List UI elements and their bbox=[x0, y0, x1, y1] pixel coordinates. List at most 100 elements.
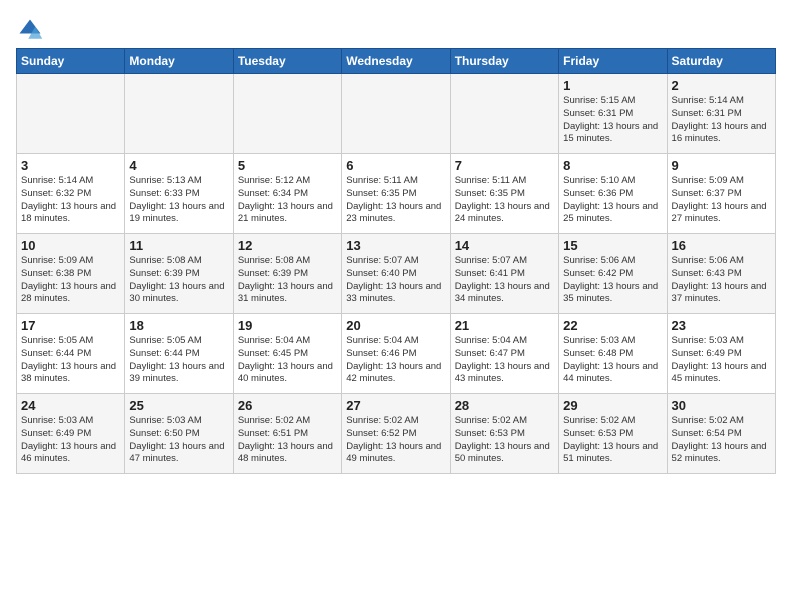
day-info: Sunrise: 5:10 AMSunset: 6:36 PMDaylight:… bbox=[563, 175, 662, 226]
day-info: Sunrise: 5:05 AMSunset: 6:44 PMDaylight:… bbox=[129, 335, 228, 386]
day-number: 18 bbox=[129, 318, 228, 333]
calendar-week-1: 3 Sunrise: 5:14 AMSunset: 6:32 PMDaylight… bbox=[17, 154, 776, 234]
day-number: 15 bbox=[563, 238, 662, 253]
calendar-cell: 29Sunrise: 5:02 AMSunset: 6:53 PMDayligh… bbox=[559, 394, 667, 474]
day-number: 14 bbox=[455, 238, 554, 253]
day-info: Sunrise: 5:08 AMSunset: 6:39 PMDaylight:… bbox=[129, 255, 228, 306]
day-info: Sunrise: 5:04 AMSunset: 6:46 PMDaylight:… bbox=[346, 335, 445, 386]
day-number: 9 bbox=[672, 158, 771, 173]
day-info: Sunrise: 5:13 AMSunset: 6:33 PMDaylight:… bbox=[129, 175, 228, 226]
calendar-cell: 8 Sunrise: 5:10 AMSunset: 6:36 PMDaylight… bbox=[559, 154, 667, 234]
calendar-cell bbox=[450, 74, 558, 154]
day-info: Sunrise: 5:04 AMSunset: 6:47 PMDaylight:… bbox=[455, 335, 554, 386]
day-info: Sunrise: 5:04 AMSunset: 6:45 PMDaylight:… bbox=[238, 335, 337, 386]
day-number: 7 bbox=[455, 158, 554, 173]
column-header-sunday: Sunday bbox=[17, 49, 125, 74]
day-number: 22 bbox=[563, 318, 662, 333]
day-number: 6 bbox=[346, 158, 445, 173]
day-info: Sunrise: 5:02 AMSunset: 6:54 PMDaylight:… bbox=[672, 415, 771, 466]
calendar-cell: 26 Sunrise: 5:02 AMSunset: 6:51 PMDayligh… bbox=[233, 394, 341, 474]
day-info: Sunrise: 5:02 AMSunset: 6:51 PMDaylight:… bbox=[238, 415, 337, 466]
day-number: 5 bbox=[238, 158, 337, 173]
calendar-cell: 23 Sunrise: 5:03 AMSunset: 6:49 PMDayligh… bbox=[667, 314, 775, 394]
calendar-header: SundayMondayTuesdayWednesdayThursdayFrid… bbox=[17, 49, 776, 74]
calendar-cell: 14 Sunrise: 5:07 AMSunset: 6:41 PMDayligh… bbox=[450, 234, 558, 314]
calendar-cell: 13 Sunrise: 5:07 AMSunset: 6:40 PMDayligh… bbox=[342, 234, 450, 314]
day-number: 13 bbox=[346, 238, 445, 253]
calendar-table: SundayMondayTuesdayWednesdayThursdayFrid… bbox=[16, 48, 776, 474]
day-info: Sunrise: 5:07 AMSunset: 6:41 PMDaylight:… bbox=[455, 255, 554, 306]
column-header-thursday: Thursday bbox=[450, 49, 558, 74]
calendar-cell: 4 Sunrise: 5:13 AMSunset: 6:33 PMDaylight… bbox=[125, 154, 233, 234]
calendar-cell: 5 Sunrise: 5:12 AMSunset: 6:34 PMDaylight… bbox=[233, 154, 341, 234]
calendar-cell: 27 Sunrise: 5:02 AMSunset: 6:52 PMDayligh… bbox=[342, 394, 450, 474]
calendar-cell: 6 Sunrise: 5:11 AMSunset: 6:35 PMDaylight… bbox=[342, 154, 450, 234]
day-info: Sunrise: 5:14 AMSunset: 6:32 PMDaylight:… bbox=[21, 175, 120, 226]
column-header-tuesday: Tuesday bbox=[233, 49, 341, 74]
logo bbox=[16, 16, 48, 44]
day-info: Sunrise: 5:11 AMSunset: 6:35 PMDaylight:… bbox=[455, 175, 554, 226]
day-info: Sunrise: 5:12 AMSunset: 6:34 PMDaylight:… bbox=[238, 175, 337, 226]
day-number: 26 bbox=[238, 398, 337, 413]
day-number: 16 bbox=[672, 238, 771, 253]
day-number: 20 bbox=[346, 318, 445, 333]
day-info: Sunrise: 5:02 AMSunset: 6:53 PMDaylight:… bbox=[455, 415, 554, 466]
page-header bbox=[16, 16, 776, 44]
calendar-cell: 11 Sunrise: 5:08 AMSunset: 6:39 PMDayligh… bbox=[125, 234, 233, 314]
day-number: 12 bbox=[238, 238, 337, 253]
day-number: 29 bbox=[563, 398, 662, 413]
calendar-week-0: 1 Sunrise: 5:15 AMSunset: 6:31 PMDaylight… bbox=[17, 74, 776, 154]
day-info: Sunrise: 5:09 AMSunset: 6:37 PMDaylight:… bbox=[672, 175, 771, 226]
calendar-cell bbox=[233, 74, 341, 154]
calendar-cell: 28 Sunrise: 5:02 AMSunset: 6:53 PMDayligh… bbox=[450, 394, 558, 474]
header-row: SundayMondayTuesdayWednesdayThursdayFrid… bbox=[17, 49, 776, 74]
calendar-cell: 18 Sunrise: 5:05 AMSunset: 6:44 PMDayligh… bbox=[125, 314, 233, 394]
day-info: Sunrise: 5:03 AMSunset: 6:49 PMDaylight:… bbox=[672, 335, 771, 386]
calendar-cell: 2Sunrise: 5:14 AMSunset: 6:31 PMDaylight… bbox=[667, 74, 775, 154]
day-info: Sunrise: 5:06 AMSunset: 6:42 PMDaylight:… bbox=[563, 255, 662, 306]
calendar-cell: 10Sunrise: 5:09 AMSunset: 6:38 PMDayligh… bbox=[17, 234, 125, 314]
calendar-cell: 22 Sunrise: 5:03 AMSunset: 6:48 PMDayligh… bbox=[559, 314, 667, 394]
column-header-wednesday: Wednesday bbox=[342, 49, 450, 74]
day-number: 28 bbox=[455, 398, 554, 413]
day-info: Sunrise: 5:08 AMSunset: 6:39 PMDaylight:… bbox=[238, 255, 337, 306]
calendar-cell: 1 Sunrise: 5:15 AMSunset: 6:31 PMDaylight… bbox=[559, 74, 667, 154]
day-info: Sunrise: 5:15 AMSunset: 6:31 PMDaylight:… bbox=[563, 95, 662, 146]
calendar-cell bbox=[342, 74, 450, 154]
day-number: 27 bbox=[346, 398, 445, 413]
calendar-week-4: 24 Sunrise: 5:03 AMSunset: 6:49 PMDayligh… bbox=[17, 394, 776, 474]
day-info: Sunrise: 5:05 AMSunset: 6:44 PMDaylight:… bbox=[21, 335, 120, 386]
day-number: 24 bbox=[21, 398, 120, 413]
day-info: Sunrise: 5:03 AMSunset: 6:50 PMDaylight:… bbox=[129, 415, 228, 466]
calendar-cell: 30 Sunrise: 5:02 AMSunset: 6:54 PMDayligh… bbox=[667, 394, 775, 474]
calendar-week-3: 17 Sunrise: 5:05 AMSunset: 6:44 PMDayligh… bbox=[17, 314, 776, 394]
day-number: 23 bbox=[672, 318, 771, 333]
day-info: Sunrise: 5:03 AMSunset: 6:48 PMDaylight:… bbox=[563, 335, 662, 386]
day-info: Sunrise: 5:07 AMSunset: 6:40 PMDaylight:… bbox=[346, 255, 445, 306]
day-number: 1 bbox=[563, 78, 662, 93]
day-info: Sunrise: 5:11 AMSunset: 6:35 PMDaylight:… bbox=[346, 175, 445, 226]
day-info: Sunrise: 5:02 AMSunset: 6:52 PMDaylight:… bbox=[346, 415, 445, 466]
calendar-cell: 19Sunrise: 5:04 AMSunset: 6:45 PMDayligh… bbox=[233, 314, 341, 394]
calendar-cell: 24 Sunrise: 5:03 AMSunset: 6:49 PMDayligh… bbox=[17, 394, 125, 474]
calendar-cell bbox=[125, 74, 233, 154]
day-number: 3 bbox=[21, 158, 120, 173]
calendar-cell: 12 Sunrise: 5:08 AMSunset: 6:39 PMDayligh… bbox=[233, 234, 341, 314]
day-info: Sunrise: 5:03 AMSunset: 6:49 PMDaylight:… bbox=[21, 415, 120, 466]
day-number: 8 bbox=[563, 158, 662, 173]
day-number: 11 bbox=[129, 238, 228, 253]
day-number: 25 bbox=[129, 398, 228, 413]
day-number: 4 bbox=[129, 158, 228, 173]
day-number: 30 bbox=[672, 398, 771, 413]
day-number: 17 bbox=[21, 318, 120, 333]
calendar-cell: 16Sunrise: 5:06 AMSunset: 6:43 PMDayligh… bbox=[667, 234, 775, 314]
column-header-saturday: Saturday bbox=[667, 49, 775, 74]
calendar-cell: 25 Sunrise: 5:03 AMSunset: 6:50 PMDayligh… bbox=[125, 394, 233, 474]
calendar-cell: 3 Sunrise: 5:14 AMSunset: 6:32 PMDaylight… bbox=[17, 154, 125, 234]
calendar-week-2: 10Sunrise: 5:09 AMSunset: 6:38 PMDayligh… bbox=[17, 234, 776, 314]
calendar-cell: 20 Sunrise: 5:04 AMSunset: 6:46 PMDayligh… bbox=[342, 314, 450, 394]
calendar-cell: 7 Sunrise: 5:11 AMSunset: 6:35 PMDaylight… bbox=[450, 154, 558, 234]
column-header-friday: Friday bbox=[559, 49, 667, 74]
day-number: 21 bbox=[455, 318, 554, 333]
calendar-cell bbox=[17, 74, 125, 154]
